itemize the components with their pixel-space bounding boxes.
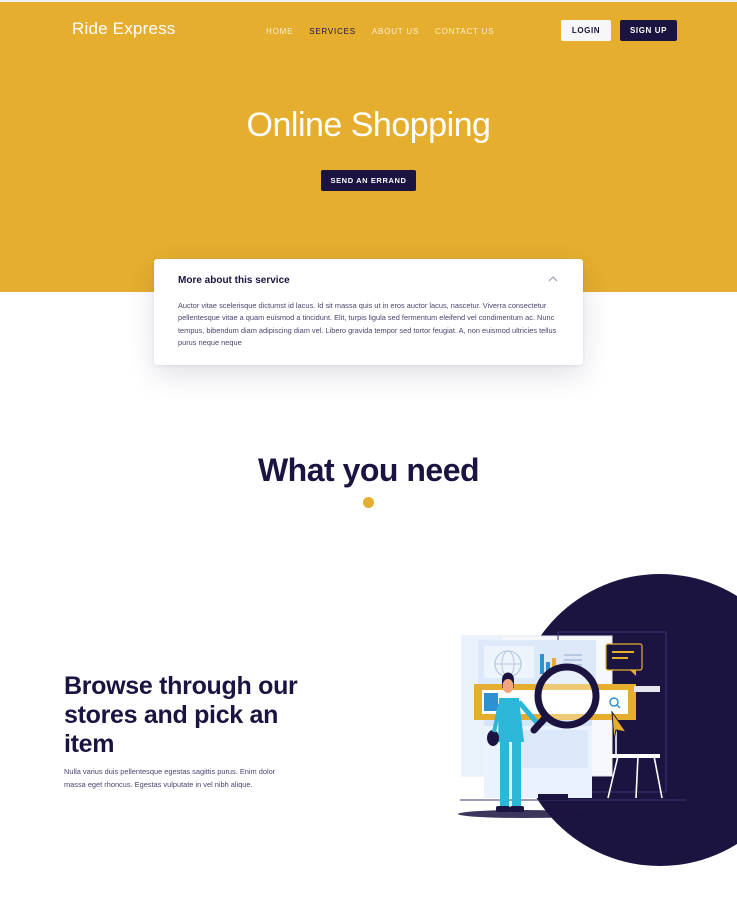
card-title[interactable]: More about this service [178, 275, 290, 286]
nav-item-about-us[interactable]: ABOUT US [372, 27, 419, 36]
floor-shadow [458, 810, 590, 818]
signup-button[interactable]: SIGN UP [620, 20, 677, 41]
nav-item-contact-us[interactable]: CONTACT US [435, 27, 494, 36]
card-description: Auctor vitae scelerisque dictumst id lac… [178, 301, 557, 348]
feature-title: Browse through our stores and pick an it… [64, 672, 298, 758]
main-nav: HOME SERVICES ABOUT US CONTACT US [266, 27, 494, 36]
feature-description: Nulla varius duis pellentesque egestas s… [64, 767, 276, 789]
magnifier-icon [530, 663, 600, 734]
page-title: Online Shopping [246, 106, 491, 144]
shopping-illustration [458, 574, 737, 866]
chevron-up-icon[interactable] [547, 274, 559, 284]
send-errand-button[interactable]: SEND AN ERRAND [321, 170, 416, 191]
section-title: What you need [257, 452, 480, 488]
nav-item-home[interactable]: HOME [266, 27, 293, 36]
service-info-card: More about this service Auctor vitae sce… [154, 259, 583, 365]
nav-item-services[interactable]: SERVICES [309, 27, 356, 36]
logo[interactable]: Ride Express [72, 19, 176, 39]
hero-section: Ride Express HOME SERVICES ABOUT US CONT… [0, 0, 737, 292]
section-dot [363, 497, 374, 508]
login-button[interactable]: LOGIN [561, 20, 611, 41]
